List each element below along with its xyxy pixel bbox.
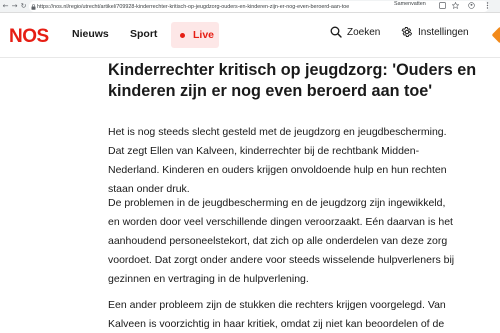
search-button[interactable]: Zoeken [330, 26, 380, 38]
search-label: Zoeken [347, 26, 381, 38]
forward-icon[interactable]: → [10, 0, 19, 12]
back-icon[interactable]: ← [1, 0, 10, 12]
live-label: Live [193, 29, 215, 41]
star-icon[interactable] [450, 1, 460, 10]
settings-button[interactable]: Instellingen [401, 26, 469, 38]
lock-icon[interactable] [29, 1, 37, 12]
browser-toolbar: ← → ↻ https://nos.nl/regio/utrecht/artik… [0, 0, 500, 13]
reload-icon[interactable]: ↻ [19, 0, 28, 12]
site-header: NOS Nieuws Sport Live Zoeken Instellinge… [0, 13, 500, 58]
article-paragraph: Het is nog steeds slecht gesteld met de … [108, 126, 447, 195]
settings-label: Instellingen [418, 26, 469, 38]
nav-nieuws[interactable]: Nieuws [72, 28, 109, 40]
summarize-button[interactable]: Samenvatten [394, 1, 426, 7]
nav-sport[interactable]: Sport [130, 28, 157, 40]
extension-icon[interactable] [437, 1, 447, 10]
search-icon [330, 26, 342, 38]
article-headline: Kinderrechter kritisch op jeugdzorg: 'Ou… [108, 61, 477, 100]
article-paragraph: De problemen in de jeugdbescherming en d… [108, 197, 455, 285]
live-button[interactable]: Live [171, 22, 219, 48]
gear-icon [401, 27, 413, 37]
profile-icon[interactable] [466, 1, 476, 10]
nos-logo[interactable]: NOS [9, 24, 49, 46]
article: Kinderrechter kritisch op jeugdzorg: 'Ou… [108, 60, 488, 330]
logo-text: NOS [9, 27, 49, 44]
notification-icon[interactable] [492, 27, 500, 43]
url-text[interactable]: https://nos.nl/regio/utrecht/artikel/709… [37, 4, 377, 10]
live-dot-icon [180, 32, 185, 38]
menu-icon[interactable] [482, 1, 492, 10]
nos-logo-mark: NOS [9, 27, 49, 44]
article-paragraph: Een ander probleem zijn de stukken die r… [108, 299, 446, 330]
